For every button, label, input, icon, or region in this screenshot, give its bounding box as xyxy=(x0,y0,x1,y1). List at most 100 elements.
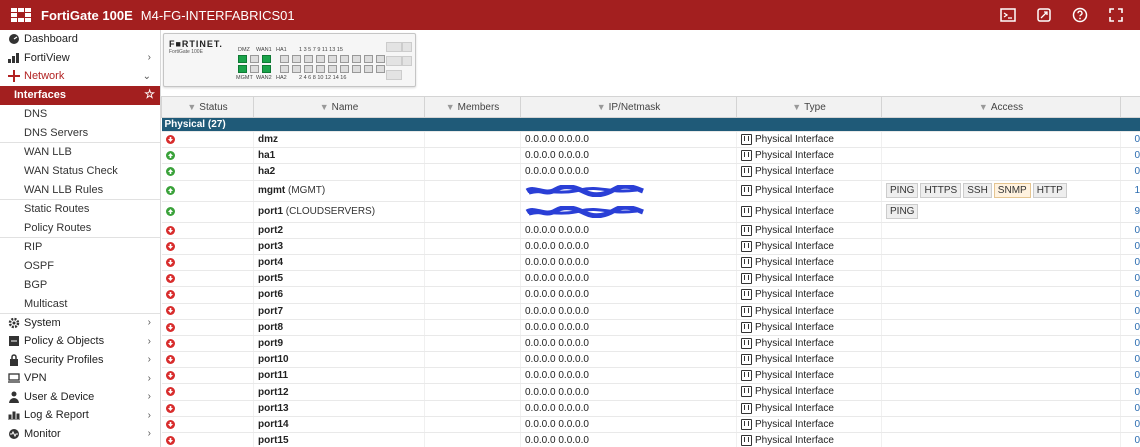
filter-icon[interactable]: ▼ xyxy=(446,102,455,112)
column-header-ref[interactable] xyxy=(1120,96,1140,118)
cell-ref-count[interactable]: 0 xyxy=(1120,432,1140,447)
sidebar-subitem-dns-servers[interactable]: DNS Servers xyxy=(0,124,160,143)
cell-ref-count[interactable]: 0 xyxy=(1120,238,1140,255)
faceplate-port[interactable] xyxy=(238,55,247,63)
expand-icon[interactable] xyxy=(1108,7,1124,23)
sidebar-subitem-interfaces[interactable]: Interfaces ☆ xyxy=(0,85,160,105)
table-row[interactable]: port6 0.0.0.0 0.0.0.0 Physical Interface 0 xyxy=(161,286,1140,304)
filter-icon[interactable]: ▼ xyxy=(979,102,988,112)
table-row[interactable]: dmz 0.0.0.0 0.0.0.0 Physical Interface 0 xyxy=(161,131,1140,149)
faceplate-port[interactable] xyxy=(250,65,259,73)
faceplate-port[interactable] xyxy=(352,55,361,63)
sidebar-item-user-device[interactable]: User & Device › xyxy=(0,388,160,407)
table-row[interactable]: port5 0.0.0.0 0.0.0.0 Physical Interface 0 xyxy=(161,270,1140,288)
faceplate-port[interactable] xyxy=(352,65,361,73)
help-icon[interactable] xyxy=(1072,7,1088,23)
faceplate-port[interactable] xyxy=(292,55,301,63)
column-header-status[interactable]: ▼ Status xyxy=(161,96,254,118)
sidebar-subitem-policy-routes[interactable]: Policy Routes xyxy=(0,219,160,238)
sidebar-item-monitor[interactable]: Monitor › xyxy=(0,425,160,444)
table-row[interactable]: port9 0.0.0.0 0.0.0.0 Physical Interface 0 xyxy=(161,335,1140,353)
faceplate-port[interactable] xyxy=(292,65,301,73)
cell-name[interactable]: port6 xyxy=(253,286,425,304)
cell-ref-count[interactable]: 0 xyxy=(1120,351,1140,369)
cell-name[interactable]: port12 xyxy=(253,383,425,401)
fortinet-logo-icon[interactable] xyxy=(11,8,31,22)
filter-icon[interactable]: ▼ xyxy=(597,102,606,112)
cell-ref-count[interactable]: 0 xyxy=(1120,400,1140,417)
cell-name[interactable]: port15 xyxy=(253,432,425,447)
faceplate-port[interactable] xyxy=(376,55,385,63)
cell-ref-count[interactable]: 0 xyxy=(1120,367,1140,385)
cell-name[interactable]: port10 xyxy=(253,351,425,369)
sidebar-subitem-wan-status-check[interactable]: WAN Status Check xyxy=(0,162,160,181)
cell-name[interactable]: port1 (CLOUDSERVERS) xyxy=(253,201,425,223)
cell-ref-count[interactable]: 0 xyxy=(1120,335,1140,353)
cell-name[interactable]: port14 xyxy=(253,416,425,434)
sidebar-item-policy-objects[interactable]: Policy & Objects › xyxy=(0,332,160,351)
column-header-ip-netmask[interactable]: ▼ IP/Netmask xyxy=(520,96,737,118)
cell-name[interactable]: ha2 xyxy=(253,163,425,181)
cell-ref-count[interactable]: 0 xyxy=(1120,131,1140,149)
column-header-type[interactable]: ▼ Type xyxy=(736,96,882,118)
cell-ref-count[interactable]: 0 xyxy=(1120,383,1140,401)
faceplate-port[interactable] xyxy=(280,65,289,73)
faceplate-port[interactable] xyxy=(340,55,349,63)
table-row[interactable]: mgmt (MGMT) Physical Interface PING HTTPS SS… xyxy=(161,180,1140,202)
table-row[interactable]: port10 0.0.0.0 0.0.0.0 Physical Interface 0 xyxy=(161,351,1140,369)
sidebar-item-system[interactable]: System › xyxy=(0,314,160,333)
cell-name[interactable]: port8 xyxy=(253,319,425,336)
faceplate-port[interactable] xyxy=(364,65,373,73)
table-row[interactable]: port1 (CLOUDSERVERS) Physical Interface PI… xyxy=(161,201,1140,223)
sidebar-item-fortiview[interactable]: FortiView › xyxy=(0,49,160,68)
faceplate-port[interactable] xyxy=(376,65,385,73)
table-row[interactable]: port7 0.0.0.0 0.0.0.0 Physical Interface 0 xyxy=(161,303,1140,320)
sidebar-item-vpn[interactable]: VPN › xyxy=(0,369,160,388)
cell-ref-count[interactable]: 0 xyxy=(1120,319,1140,336)
cell-ref-count[interactable]: 0 xyxy=(1120,270,1140,288)
sidebar-subitem-wan-llb-rules[interactable]: WAN LLB Rules xyxy=(0,181,160,200)
cell-name[interactable]: mgmt (MGMT) xyxy=(253,180,425,202)
sidebar-item-security-profiles[interactable]: Security Profiles › xyxy=(0,351,160,370)
table-group-row[interactable]: Physical (27) xyxy=(161,117,1140,132)
faceplate-port[interactable] xyxy=(328,65,337,73)
cell-ref-count[interactable]: 0 xyxy=(1120,286,1140,304)
column-header-name[interactable]: ▼ Name xyxy=(253,96,425,118)
sidebar-subitem-wan-llb[interactable]: WAN LLB xyxy=(0,143,160,162)
cell-name[interactable]: ha1 xyxy=(253,147,425,165)
cell-ref-count[interactable]: 0 xyxy=(1120,416,1140,434)
faceplate-port[interactable] xyxy=(238,65,247,73)
faceplate-port[interactable] xyxy=(262,55,271,63)
filter-icon[interactable]: ▼ xyxy=(792,102,801,112)
table-row[interactable]: port12 0.0.0.0 0.0.0.0 Physical Interface 0 xyxy=(161,383,1140,401)
cell-ref-count[interactable]: 0 xyxy=(1120,147,1140,165)
table-row[interactable]: port11 0.0.0.0 0.0.0.0 Physical Interface 0 xyxy=(161,367,1140,385)
column-header-members[interactable]: ▼ Members xyxy=(424,96,521,118)
cell-name[interactable]: port3 xyxy=(253,238,425,255)
cell-ref-count[interactable]: 0 xyxy=(1120,303,1140,320)
cli-console-icon[interactable] xyxy=(1000,7,1016,23)
faceplate-port[interactable] xyxy=(250,55,259,63)
cell-ref-count[interactable]: 1 xyxy=(1120,180,1140,202)
faceplate-port[interactable] xyxy=(340,65,349,73)
table-row[interactable]: port3 0.0.0.0 0.0.0.0 Physical Interface 0 xyxy=(161,238,1140,255)
filter-icon[interactable]: ▼ xyxy=(187,102,196,112)
faceplate-port[interactable] xyxy=(262,65,271,73)
column-header-access[interactable]: ▼ Access xyxy=(881,96,1121,118)
device-faceplate[interactable]: F■RTINET. FortiGate 100E DMZ WAN1 HA1 1 … xyxy=(163,33,416,87)
table-row[interactable]: port14 0.0.0.0 0.0.0.0 Physical Interface 0 xyxy=(161,416,1140,434)
cell-ref-count[interactable]: 0 xyxy=(1120,254,1140,272)
table-row[interactable]: port2 0.0.0.0 0.0.0.0 Physical Interface 0 xyxy=(161,222,1140,239)
table-row[interactable]: ha1 0.0.0.0 0.0.0.0 Physical Interface 0 xyxy=(161,147,1140,165)
sidebar-subitem-rip[interactable]: RIP xyxy=(0,238,160,257)
cell-name[interactable]: port9 xyxy=(253,335,425,353)
table-row[interactable]: ha2 0.0.0.0 0.0.0.0 Physical Interface 0 xyxy=(161,163,1140,181)
cell-name[interactable]: port11 xyxy=(253,367,425,385)
sidebar-subitem-dns[interactable]: DNS xyxy=(0,105,160,124)
sidebar-subitem-static-routes[interactable]: Static Routes xyxy=(0,200,160,219)
cell-name[interactable]: port7 xyxy=(253,303,425,320)
faceplate-port[interactable] xyxy=(304,65,313,73)
sidebar-item-network[interactable]: Network ⌄ xyxy=(0,67,160,86)
faceplate-port[interactable] xyxy=(304,55,313,63)
sidebar-item-dashboard[interactable]: Dashboard xyxy=(0,30,160,49)
